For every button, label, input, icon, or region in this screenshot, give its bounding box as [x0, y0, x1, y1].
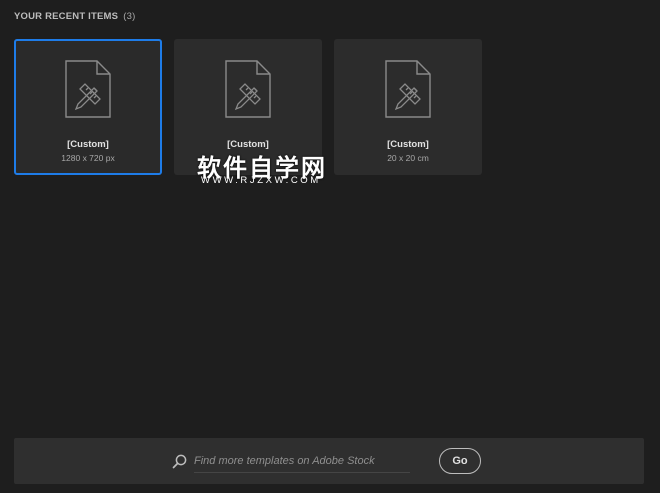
- recent-items-title: YOUR RECENT ITEMS: [14, 11, 119, 22]
- recent-item-card-2[interactable]: [Custom]: [174, 39, 322, 175]
- recent-item-card-3[interactable]: [Custom] 20 x 20 cm: [334, 39, 482, 175]
- recent-item-name: [Custom]: [387, 139, 429, 150]
- recent-item-name: [Custom]: [67, 139, 109, 150]
- document-template-icon: [65, 60, 111, 118]
- adobe-stock-search-bar: Go: [14, 438, 644, 484]
- recent-items-header: YOUR RECENT ITEMS (3): [14, 11, 135, 22]
- watermark-url: WWW.RJZXW.COM: [201, 175, 321, 186]
- recent-item-size: 20 x 20 cm: [387, 153, 429, 163]
- recent-item-name: [Custom]: [227, 139, 269, 150]
- go-button[interactable]: Go: [439, 448, 481, 474]
- new-document-page: YOUR RECENT ITEMS (3) [Custom] 1280 x 720…: [0, 0, 660, 493]
- recent-items-list: [Custom] 1280 x 720 px [Custom] [Custom]…: [14, 39, 646, 176]
- recent-items-count: (3): [123, 11, 136, 22]
- recent-item-size: 1280 x 720 px: [61, 153, 115, 163]
- recent-item-card-1[interactable]: [Custom] 1280 x 720 px: [14, 39, 162, 175]
- search-icon: [172, 454, 187, 469]
- document-template-icon: [225, 60, 271, 118]
- stock-search-input[interactable]: [194, 450, 410, 473]
- document-template-icon: [385, 60, 431, 118]
